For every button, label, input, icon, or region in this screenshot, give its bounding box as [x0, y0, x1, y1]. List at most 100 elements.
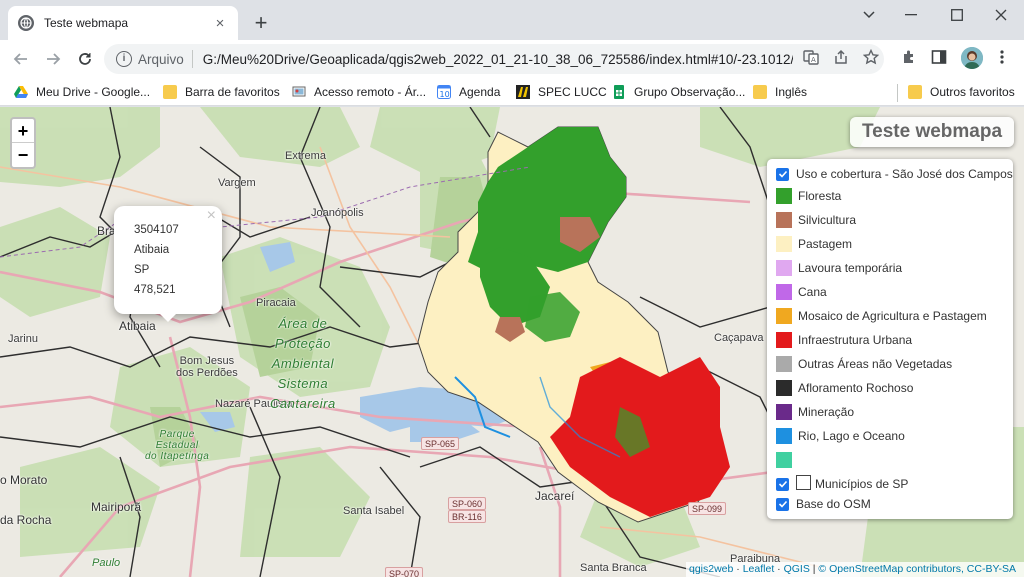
- road-shield-sp070: SP-070: [385, 567, 424, 577]
- legend-label: Silvicultura: [798, 213, 857, 227]
- browser-tab[interactable]: Teste webmapa ×: [8, 6, 238, 40]
- checkbox-checked-icon[interactable]: [776, 167, 789, 181]
- reload-icon[interactable]: [72, 46, 98, 72]
- legend-item: Afloramento Rochoso: [776, 380, 913, 396]
- swatch-outras-areas: [776, 356, 792, 372]
- bookmark-grupo-observacao[interactable]: Grupo Observação...: [612, 82, 745, 102]
- road-shield-sp060: SP-060: [448, 497, 487, 510]
- place-label-paulo: Paulo: [92, 557, 121, 569]
- attribution-separator: ·: [774, 563, 784, 575]
- google-drive-icon: [14, 85, 28, 99]
- bookmark-label: Outros favoritos: [930, 85, 1015, 99]
- google-sheets-icon: [612, 85, 626, 99]
- bookmark-label: Grupo Observação...: [634, 85, 746, 99]
- checkbox-checked-icon[interactable]: [776, 477, 789, 491]
- legend-label: Floresta: [798, 189, 842, 203]
- web-map[interactable]: Extrema Vargem Joanópolis Bra Piracaia A…: [0, 107, 1024, 577]
- legend-label: Mineração: [798, 405, 855, 419]
- url-text[interactable]: G:/Meu%20Drive/Geoaplicada/qgis2web_2022…: [203, 52, 793, 67]
- map-title: Teste webmapa: [850, 117, 1014, 147]
- layer-label-osm: Base do OSM: [796, 497, 871, 511]
- legend-label: Lavoura temporária: [798, 261, 903, 275]
- swatch-floresta: [776, 188, 792, 204]
- layer-toggle-landuse[interactable]: Uso e cobertura - São José dos Campos: [776, 167, 1013, 181]
- address-bar[interactable]: i Arquivo G:/Meu%20Drive/Geoaplicada/qgi…: [104, 44, 884, 74]
- place-label-atibaia: Atibaia: [119, 319, 156, 333]
- tab-search-icon[interactable]: [846, 0, 892, 30]
- new-tab-button[interactable]: +: [248, 10, 274, 36]
- place-label-jarinu: Jarinu: [8, 333, 38, 345]
- road-shield-br116: BR-116: [448, 510, 486, 523]
- folder-icon: [163, 85, 177, 99]
- swatch-unlabeled: [776, 452, 792, 468]
- checkbox-checked-icon[interactable]: [776, 497, 789, 511]
- popup-state: SP: [134, 264, 150, 276]
- popup-close-icon[interactable]: ×: [207, 206, 216, 226]
- layer-toggle-osm[interactable]: Base do OSM: [776, 497, 871, 511]
- layer-toggle-municipios[interactable]: Municípios de SP: [776, 474, 909, 491]
- map-attribution: qgis2web · Leaflet · QGIS | © OpenStreet…: [686, 562, 1024, 577]
- legend-item: Mineração: [776, 404, 854, 420]
- place-label-vargem: Vargem: [218, 177, 256, 189]
- polygon-swatch-icon: [796, 474, 811, 490]
- bookmark-agenda[interactable]: 10 Agenda: [437, 82, 500, 102]
- bookmark-spec-lucc[interactable]: SPEC LUCC: [516, 82, 607, 102]
- bookmark-meu-drive[interactable]: Meu Drive - Google...: [14, 82, 150, 102]
- bookmark-label: Meu Drive - Google...: [36, 85, 151, 99]
- bookmark-acesso-remoto[interactable]: Acesso remoto - Ár...: [292, 82, 426, 102]
- layer-legend: Uso e cobertura - São José dos Campos Fl…: [767, 159, 1013, 519]
- legend-item: Pastagem: [776, 236, 852, 252]
- back-arrow-icon[interactable]: [8, 46, 34, 72]
- menu-kebab-icon[interactable]: [993, 48, 1011, 66]
- road-shield-sp065: SP-065: [421, 437, 460, 450]
- bookmark-ingles[interactable]: Inglês: [753, 82, 807, 102]
- swatch-mosaico: [776, 308, 792, 324]
- scheme-label: Arquivo: [138, 51, 184, 67]
- remote-access-icon: [292, 85, 306, 99]
- zoom-control: + −: [10, 117, 36, 169]
- bookmark-label: Acesso remoto - Ár...: [314, 85, 427, 99]
- close-window-icon[interactable]: [978, 0, 1024, 30]
- legend-item: Rio, Lago e Oceano: [776, 428, 905, 444]
- share-icon[interactable]: [832, 48, 850, 66]
- star-bookmark-icon[interactable]: [862, 48, 880, 66]
- minimize-icon[interactable]: [888, 0, 934, 30]
- side-panel-icon[interactable]: [930, 48, 948, 66]
- legend-item: Silvicultura: [776, 212, 856, 228]
- profile-avatar[interactable]: [961, 47, 983, 69]
- place-label-santa-branca: Santa Branca: [580, 562, 647, 574]
- legend-item: Infraestrutura Urbana: [776, 332, 912, 348]
- tab-close-icon[interactable]: ×: [212, 15, 228, 32]
- place-label-da-rocha: da Rocha: [0, 513, 52, 527]
- forward-arrow-icon[interactable]: [40, 46, 66, 72]
- legend-label: Outras Áreas não Vegetadas: [798, 357, 953, 371]
- feature-popup: × 3504107 Atibaia SP 478,521: [114, 206, 222, 314]
- zoom-out-button[interactable]: −: [12, 143, 34, 167]
- bookmarks-bar: Meu Drive - Google... Barra de favoritos…: [0, 78, 1024, 106]
- layer-label-municipios: Municípios de SP: [815, 477, 909, 491]
- svg-text:A: A: [811, 56, 816, 64]
- tab-strip: Teste webmapa × +: [0, 0, 1024, 40]
- zoom-in-button[interactable]: +: [12, 119, 34, 143]
- swatch-afloramento: [776, 380, 792, 396]
- park-label: Parque Estadual do Itapetinga: [145, 429, 210, 462]
- legend-label: Rio, Lago e Oceano: [798, 429, 905, 443]
- link-leaflet[interactable]: Leaflet: [743, 563, 775, 575]
- swatch-infraestrutura: [776, 332, 792, 348]
- link-openstreetmap[interactable]: © OpenStreetMap contributors, CC-BY-SA: [818, 563, 1016, 575]
- legend-item: Floresta: [776, 188, 841, 204]
- link-qgis2web[interactable]: qgis2web: [689, 563, 733, 575]
- bookmark-label: Barra de favoritos: [185, 85, 280, 99]
- swatch-mineracao: [776, 404, 792, 420]
- info-icon[interactable]: i: [116, 51, 132, 67]
- link-qgis[interactable]: QGIS: [784, 563, 810, 575]
- extensions-icon[interactable]: [900, 48, 918, 66]
- place-label-joanopolis: Joanópolis: [311, 207, 364, 219]
- bookmark-barra-de-favoritos[interactable]: Barra de favoritos: [163, 82, 280, 102]
- bookmark-outros-favoritos[interactable]: Outros favoritos: [908, 82, 1015, 102]
- legend-item: Mosaico de Agricultura e Pastagem: [776, 308, 987, 324]
- maximize-icon[interactable]: [934, 0, 980, 30]
- translate-icon[interactable]: A: [802, 48, 820, 66]
- bookmark-label: Agenda: [459, 85, 501, 99]
- folder-icon: [753, 85, 767, 99]
